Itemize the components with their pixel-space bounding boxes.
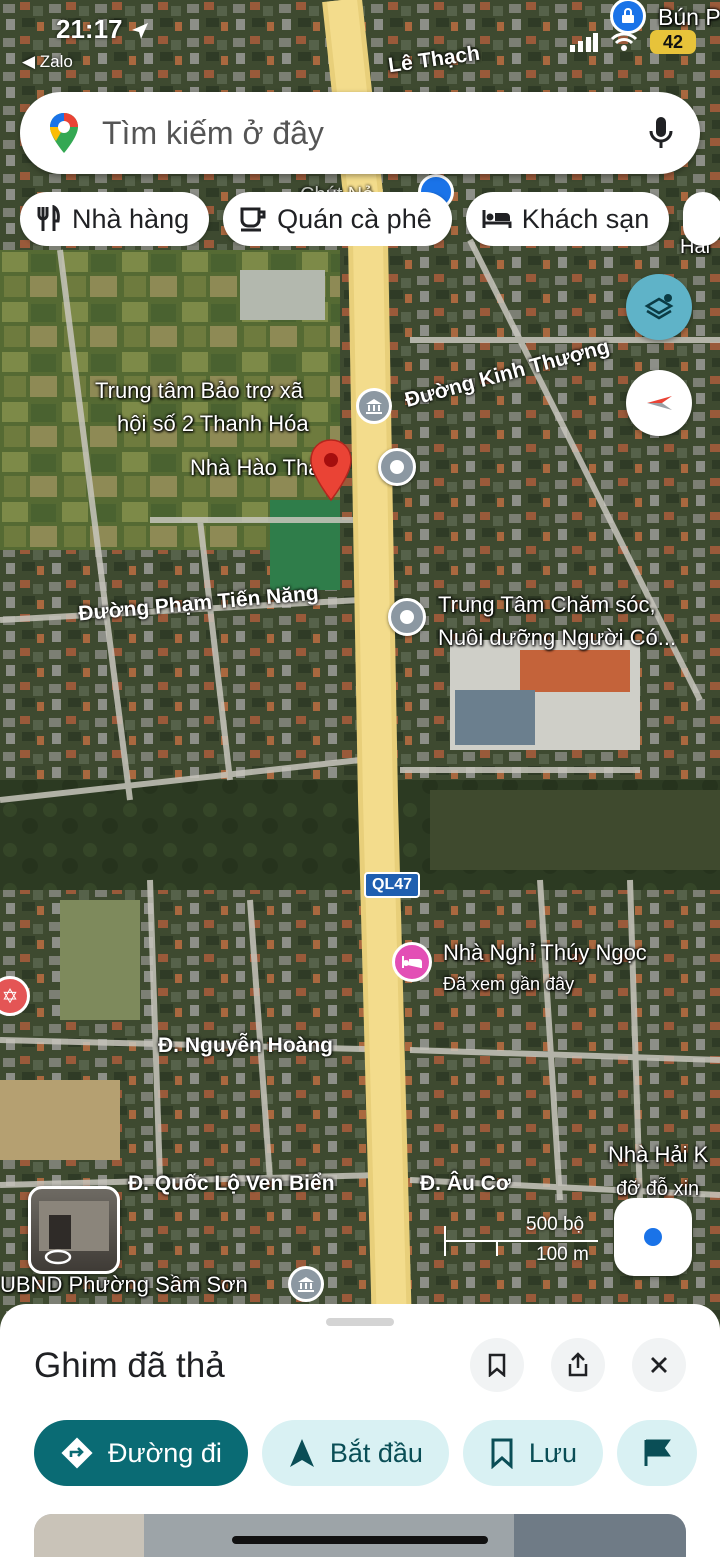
search-input[interactable]: Tìm kiếm ở đây bbox=[102, 115, 648, 152]
scale-metric: 100 m bbox=[536, 1244, 589, 1265]
save-button[interactable]: Lưu bbox=[462, 1420, 604, 1486]
chip-more[interactable] bbox=[683, 192, 720, 246]
road-label-nguyen-hoang: Đ. Nguyễn Hoàng bbox=[158, 1034, 334, 1057]
directions-icon bbox=[61, 1437, 93, 1469]
action-buttons: Đường đi Bắt đầu Lưu bbox=[34, 1420, 698, 1486]
place-label-nha-nghi[interactable]: Nhà Nghỉ Thúy Ngọc bbox=[443, 940, 647, 966]
location-arrow-icon bbox=[131, 23, 148, 40]
chip-label: Nhà hàng bbox=[72, 203, 190, 234]
hotel-icon bbox=[482, 210, 512, 228]
directions-button[interactable]: Đường đi bbox=[34, 1420, 248, 1486]
place-sheet: Ghim đã thả Đường đi Bắt đầu Lưu bbox=[0, 1304, 720, 1557]
place-label-bao-tro-2[interactable]: hội số 2 Thanh Hóa bbox=[117, 411, 309, 437]
compass-icon bbox=[647, 396, 672, 410]
battery-indicator: 42 bbox=[650, 30, 696, 54]
hotel-poi-icon[interactable] bbox=[392, 942, 432, 982]
save-pin-button[interactable] bbox=[470, 1338, 524, 1392]
category-chips: Nhà hàng Quán cà phê Khách sạn bbox=[20, 192, 720, 246]
place-label-bun[interactable]: Bún P bbox=[658, 4, 720, 30]
rotate-360-icon bbox=[44, 1249, 72, 1265]
share-icon bbox=[568, 1352, 588, 1377]
chip-label: Khách sạn bbox=[521, 203, 650, 234]
highway-shield-ql47: QL47 bbox=[364, 872, 421, 898]
road-label-au-co: Đ. Âu Cơ bbox=[420, 1172, 511, 1195]
dropped-pin-icon[interactable] bbox=[308, 438, 354, 502]
back-to-app[interactable]: ◀ Zalo bbox=[22, 52, 73, 72]
place-label-nha-nghi-sub: Đã xem gần đây bbox=[443, 974, 575, 994]
place-label-ubnd[interactable]: UBND Phường Sầm Sơn bbox=[0, 1272, 248, 1298]
layers-button[interactable] bbox=[626, 274, 692, 340]
my-location-button[interactable] bbox=[614, 1198, 692, 1276]
flag-button[interactable] bbox=[617, 1420, 698, 1486]
sheet-title: Ghim đã thả bbox=[34, 1346, 225, 1385]
home-indicator[interactable] bbox=[232, 1536, 488, 1544]
status-indicators: 42 bbox=[570, 30, 696, 54]
share-button[interactable] bbox=[551, 1338, 605, 1392]
google-maps-logo-icon bbox=[50, 113, 78, 153]
bookmark-icon bbox=[488, 1353, 506, 1377]
chip-cafes[interactable]: Quán cà phê bbox=[223, 192, 452, 246]
road-label-quoc-lo-ven-bien: Đ. Quốc Lộ Ven Biển bbox=[128, 1172, 335, 1195]
place-label-nha-hai-1[interactable]: Nhà Hải K bbox=[608, 1142, 708, 1168]
chip-restaurants[interactable]: Nhà hàng bbox=[20, 192, 210, 246]
scale-imperial: 500 bộ bbox=[526, 1214, 585, 1235]
place-label-cham-soc-2[interactable]: Nuôi dưỡng Người Có... bbox=[438, 625, 676, 651]
close-button[interactable] bbox=[632, 1338, 686, 1392]
street-view-thumbnail[interactable] bbox=[28, 1186, 120, 1274]
chip-label: Quán cà phê bbox=[277, 203, 432, 234]
place-poi-icon[interactable] bbox=[378, 448, 416, 486]
my-location-icon bbox=[644, 1228, 662, 1246]
place-label-bao-tro-1[interactable]: Trung tâm Bảo trợ xã bbox=[95, 378, 303, 404]
chip-hotels[interactable]: Khách sạn bbox=[465, 192, 670, 246]
close-icon bbox=[651, 1357, 667, 1373]
place-poi-icon[interactable] bbox=[388, 598, 426, 636]
government-poi-icon[interactable] bbox=[288, 1266, 324, 1302]
directions-label: Đường đi bbox=[108, 1437, 222, 1468]
cellular-signal-icon bbox=[570, 33, 598, 52]
microphone-icon[interactable] bbox=[648, 115, 674, 151]
map-scale: 500 bộ 100 m bbox=[440, 1214, 600, 1266]
coffee-icon bbox=[240, 207, 266, 232]
bookmark-icon bbox=[491, 1438, 513, 1469]
restaurant-icon bbox=[37, 205, 60, 231]
wifi-icon bbox=[610, 32, 638, 51]
navigation-arrow-icon bbox=[289, 1439, 314, 1467]
layers-icon bbox=[644, 294, 674, 320]
sheet-drag-handle[interactable] bbox=[326, 1318, 394, 1326]
save-label: Lưu bbox=[528, 1437, 578, 1468]
compass-button[interactable] bbox=[626, 370, 692, 436]
start-label: Bắt đầu bbox=[329, 1437, 423, 1468]
start-button[interactable]: Bắt đầu bbox=[261, 1420, 449, 1486]
flag-icon bbox=[644, 1439, 671, 1466]
place-label-cham-soc-1[interactable]: Trung Tâm Chăm sóc, bbox=[438, 592, 656, 618]
status-time: 21:17 bbox=[56, 14, 150, 45]
government-poi-icon[interactable] bbox=[356, 388, 392, 424]
search-bar[interactable]: Tìm kiếm ở đây bbox=[20, 92, 700, 174]
